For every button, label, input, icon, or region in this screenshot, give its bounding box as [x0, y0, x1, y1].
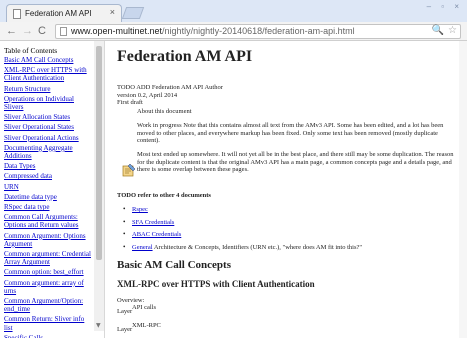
url-domain: www.open-multinet.net [71, 26, 163, 36]
toc-heading: Table of Contents [4, 46, 58, 55]
page-info-icon[interactable] [60, 27, 67, 36]
main-scrollbar[interactable] [459, 41, 467, 338]
toc-link[interactable]: Common Argument: Options Argument [4, 232, 92, 248]
browser-toolbar: ← → C www.open-multinet.net/nightly/nigh… [0, 22, 467, 41]
page-title: Federation AM API [117, 48, 253, 65]
new-tab-button[interactable] [121, 7, 145, 19]
toc-scrollbar-thumb[interactable] [96, 46, 102, 260]
toc-link[interactable]: Common Argument/Option: end_time [4, 297, 92, 313]
reference-item: SFA Credentials [123, 218, 362, 232]
zoom-icon[interactable]: 🔍 [432, 25, 444, 36]
tab-title: Federation AM API [25, 9, 92, 18]
toc-link[interactable]: URN [4, 183, 92, 191]
toc-link[interactable]: Common argument: Credential Array Argume… [4, 250, 92, 266]
url-path: /nightly/nightly-20140618/federation-am-… [162, 26, 355, 36]
subsection-heading: XML-RPC over HTTPS with Client Authentic… [117, 279, 315, 289]
document-content: Federation AM API TODO ADD Federation AM… [106, 41, 467, 338]
toc-link[interactable]: Return Structure [4, 85, 92, 93]
toc-link[interactable]: Common option: best_effort [4, 268, 92, 276]
toc-link[interactable]: Common Return: Sliver info list [4, 315, 92, 331]
toc-link[interactable]: Data Types [4, 162, 92, 170]
tab-strip: Federation AM API × – ▫ × [0, 0, 467, 22]
note-paragraph-2: Most text ended up somewhere. It will no… [137, 151, 454, 173]
toc-link[interactable]: Datetime data type [4, 193, 92, 201]
table-of-contents: Table of Contents Basic AM Call Concepts… [0, 41, 105, 338]
meta-version: version 0.2, April 2014 [117, 91, 178, 99]
address-bar[interactable]: www.open-multinet.net/nightly/nightly-20… [55, 24, 461, 39]
layer-value: XML-RPC [132, 322, 161, 329]
layer-label: Layer [117, 308, 133, 315]
window-controls[interactable]: – ▫ × [427, 2, 463, 11]
page-icon [13, 9, 21, 19]
reference-link[interactable]: SFA Credentials [132, 219, 174, 226]
reload-icon[interactable]: C [38, 25, 46, 37]
meta-author: TODO ADD Federation AM API Author [117, 84, 223, 91]
doc-meta: TODO ADD Federation AM API Author versio… [117, 84, 223, 107]
reference-item: Rspec [123, 205, 362, 219]
reference-link[interactable]: Rspec [132, 206, 148, 213]
todo-heading: TODO refer to other 4 documents [117, 192, 211, 199]
toc-link[interactable]: Common Call Arguments: Options and Retur… [4, 213, 92, 229]
overview-label: Overview: [117, 297, 145, 304]
toc-list: Basic AM Call Concepts XML-RPC over HTTPS… [4, 56, 92, 338]
toc-link[interactable]: Common argument: array of urns [4, 279, 92, 295]
layer-label: Layer [117, 326, 133, 333]
url-text[interactable]: www.open-multinet.net/nightly/nightly-20… [71, 26, 355, 36]
toc-link[interactable]: Basic AM Call Concepts [4, 56, 92, 64]
toc-link[interactable]: Specific Calls [4, 334, 92, 338]
section-heading: Basic AM Call Concepts [117, 259, 231, 271]
toc-link[interactable]: Operations on Individual Slivers [4, 95, 92, 111]
layer-value: API calls [132, 304, 157, 311]
forward-icon[interactable]: → [22, 25, 33, 37]
reference-link[interactable]: General [132, 244, 153, 251]
meta-status: First draft [117, 99, 143, 106]
reference-list: Rspec SFA Credentials ABAC Credentials Gene… [123, 205, 363, 257]
bookmark-star-icon[interactable]: ☆ [448, 25, 457, 36]
back-icon[interactable]: ← [6, 25, 17, 37]
reference-link[interactable]: ABAC Credentials [132, 231, 181, 238]
toc-link[interactable]: Sliver Allocation States [4, 113, 92, 121]
browser-tab[interactable]: Federation AM API × [6, 4, 122, 22]
toc-link[interactable]: RSpec data type [4, 203, 92, 211]
toc-link[interactable]: Sliver Operational States [4, 123, 92, 131]
scroll-down-arrow-icon[interactable]: ▼ [96, 322, 101, 329]
note-paragraph-1: Work in progress Note that this contains… [137, 122, 444, 144]
reference-item: ABAC Credentials [123, 230, 362, 244]
note-icon [122, 163, 136, 177]
tab-close-icon[interactable]: × [110, 7, 115, 17]
reference-item: General Architecture & Concepts, Identif… [123, 243, 363, 257]
about-label: About this document [137, 108, 192, 115]
toc-link[interactable]: Sliver Operational Actions [4, 134, 92, 142]
toc-link[interactable]: Documenting Aggregate Additions [4, 144, 92, 160]
reference-description: Architecture & Concepts, Identifiers (UR… [152, 243, 363, 251]
toc-link[interactable]: Compressed data [4, 172, 92, 180]
toc-link[interactable]: XML-RPC over HTTPS with Client Authentic… [4, 66, 92, 82]
